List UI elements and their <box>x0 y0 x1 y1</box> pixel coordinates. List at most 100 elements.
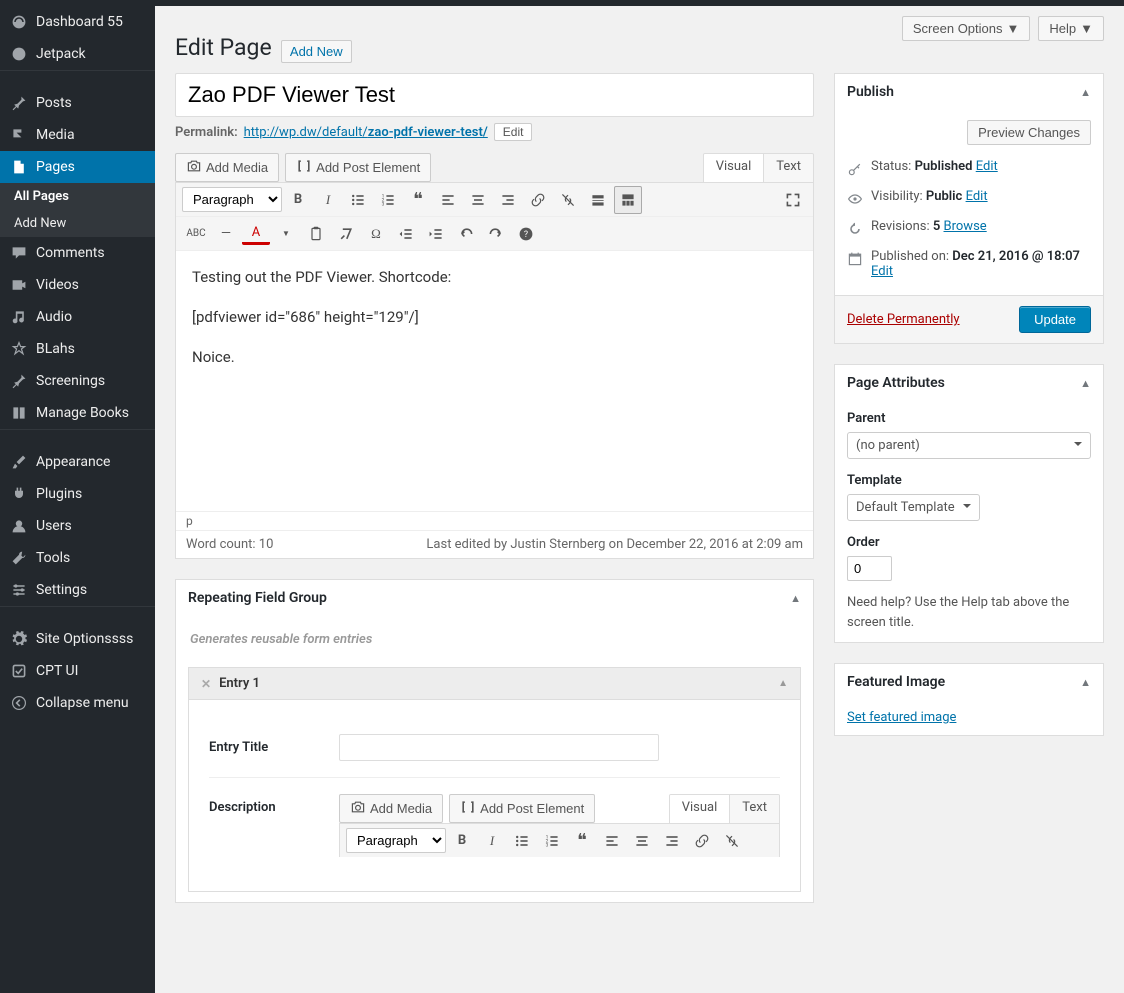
sidebar-item-comments[interactable]: Comments <box>0 237 155 269</box>
strikethrough-button[interactable]: ABC <box>182 220 210 248</box>
parent-select[interactable]: (no parent) <box>847 432 1091 459</box>
update-button[interactable]: Update <box>1019 306 1091 333</box>
clear-format-button[interactable] <box>332 220 360 248</box>
postbox-header[interactable]: Featured Image ▲ <box>835 664 1103 700</box>
remove-entry-button[interactable]: ✕ <box>201 677 211 691</box>
bold-button[interactable]: B <box>448 827 476 855</box>
sidebar-item-appearance[interactable]: Appearance <box>0 446 155 478</box>
chevron-down-icon: ▼ <box>1007 21 1020 36</box>
screen-options-button[interactable]: Screen Options ▼ <box>902 16 1030 41</box>
sidebar-item-blahs[interactable]: BLahs <box>0 333 155 365</box>
format-select[interactable]: Paragraph <box>346 828 446 853</box>
italic-button[interactable]: I <box>314 186 342 214</box>
chevron-up-icon[interactable]: ▲ <box>790 592 801 605</box>
permalink-link[interactable]: http://wp.dw/default/zao-pdf-viewer-test… <box>244 125 488 140</box>
color-dropdown-button[interactable]: ▼ <box>272 220 300 248</box>
sidebar-sub-add-new[interactable]: Add New <box>0 210 155 237</box>
delete-permanently-link[interactable]: Delete Permanently <box>847 312 960 327</box>
bold-button[interactable]: B <box>284 186 312 214</box>
help-button[interactable]: Help ▼ <box>1038 16 1104 41</box>
chevron-up-icon[interactable]: ▲ <box>1080 377 1091 390</box>
postbox-header[interactable]: Publish ▲ <box>835 74 1103 110</box>
align-center-button[interactable] <box>464 186 492 214</box>
numbered-list-button[interactable]: 123 <box>374 186 402 214</box>
redo-button[interactable] <box>482 220 510 248</box>
toolbar-toggle-button[interactable] <box>614 186 642 214</box>
browse-revisions-link[interactable]: Browse <box>944 219 987 234</box>
sidebar-item-videos[interactable]: Videos <box>0 269 155 301</box>
add-post-element-button[interactable]: Add Post Element <box>285 153 431 182</box>
sidebar-item-collapse[interactable]: Collapse menu <box>0 687 155 719</box>
paste-text-button[interactable] <box>302 220 330 248</box>
link-button[interactable] <box>688 827 716 855</box>
align-left-button[interactable] <box>434 186 462 214</box>
tab-text[interactable]: Text <box>729 795 779 823</box>
special-char-button[interactable]: Ω <box>362 220 390 248</box>
edit-permalink-button[interactable]: Edit <box>494 123 533 141</box>
post-title-input[interactable] <box>175 73 814 117</box>
chevron-up-icon[interactable]: ▲ <box>778 678 788 689</box>
unlink-button[interactable] <box>718 827 746 855</box>
sidebar-item-tools[interactable]: Tools <box>0 542 155 574</box>
sidebar-item-site-options[interactable]: Site Optionssss <box>0 623 155 655</box>
link-button[interactable] <box>524 186 552 214</box>
text-color-button[interactable]: A <box>242 223 270 245</box>
outdent-button[interactable] <box>392 220 420 248</box>
entry-header[interactable]: ✕ Entry 1 ▲ <box>188 667 801 700</box>
set-featured-image-link[interactable]: Set featured image <box>847 710 956 725</box>
sidebar-item-media[interactable]: Media <box>0 119 155 151</box>
order-input[interactable] <box>847 556 892 581</box>
sidebar-item-screenings[interactable]: Screenings <box>0 365 155 397</box>
blockquote-button[interactable]: ❝ <box>404 186 432 214</box>
align-center-button[interactable] <box>628 827 656 855</box>
tab-visual[interactable]: Visual <box>704 154 764 182</box>
preview-changes-button[interactable]: Preview Changes <box>967 120 1091 145</box>
align-right-button[interactable] <box>494 186 522 214</box>
sidebar-item-label: Collapse menu <box>36 695 129 711</box>
add-new-button[interactable]: Add New <box>281 40 352 63</box>
unlink-button[interactable] <box>554 186 582 214</box>
edit-date-link[interactable]: Edit <box>871 264 893 279</box>
chevron-up-icon[interactable]: ▲ <box>1080 676 1091 689</box>
undo-button[interactable] <box>452 220 480 248</box>
sidebar-item-label: Users <box>36 518 72 534</box>
read-more-button[interactable] <box>584 186 612 214</box>
sidebar-item-plugins[interactable]: Plugins <box>0 478 155 510</box>
bullet-list-button[interactable] <box>508 827 536 855</box>
editor-content[interactable]: Testing out the PDF Viewer. Shortcode: [… <box>176 251 813 511</box>
sidebar-item-manage-books[interactable]: Manage Books <box>0 397 155 429</box>
align-right-button[interactable] <box>658 827 686 855</box>
tab-text[interactable]: Text <box>763 154 813 182</box>
sidebar-sub-all-pages[interactable]: All Pages <box>0 183 155 210</box>
sidebar-item-jetpack[interactable]: Jetpack <box>0 38 155 70</box>
sidebar-item-posts[interactable]: Posts <box>0 87 155 119</box>
format-select[interactable]: Paragraph <box>182 187 282 212</box>
sidebar-item-cpt-ui[interactable]: CPT UI <box>0 655 155 687</box>
align-left-button[interactable] <box>598 827 626 855</box>
tab-visual[interactable]: Visual <box>670 795 730 823</box>
postbox-header[interactable]: Page Attributes ▲ <box>835 365 1103 401</box>
sidebar-item-users[interactable]: Users <box>0 510 155 542</box>
postbox-header[interactable]: Repeating Field Group ▲ <box>176 580 813 616</box>
indent-button[interactable] <box>422 220 450 248</box>
template-select[interactable]: Default Template <box>847 494 980 521</box>
chevron-up-icon[interactable]: ▲ <box>1080 86 1091 99</box>
numbered-list-button[interactable]: 123 <box>538 827 566 855</box>
italic-button[interactable]: I <box>478 827 506 855</box>
edit-visibility-link[interactable]: Edit <box>966 189 988 204</box>
add-media-button[interactable]: Add Media <box>175 153 279 182</box>
select-value: (no parent) <box>856 438 920 453</box>
add-post-element-button[interactable]: Add Post Element <box>449 794 595 823</box>
entry-title-input[interactable] <box>339 734 659 761</box>
add-media-button[interactable]: Add Media <box>339 794 443 823</box>
edit-status-link[interactable]: Edit <box>976 159 998 174</box>
hr-button[interactable]: — <box>212 220 240 248</box>
sidebar-item-settings[interactable]: Settings <box>0 574 155 606</box>
help-icon-button[interactable]: ? <box>512 220 540 248</box>
sidebar-item-audio[interactable]: Audio <box>0 301 155 333</box>
fullscreen-button[interactable] <box>779 186 807 214</box>
sidebar-item-dashboard[interactable]: Dashboard 55 <box>0 6 155 38</box>
blockquote-button[interactable]: ❝ <box>568 827 596 855</box>
bullet-list-button[interactable] <box>344 186 372 214</box>
sidebar-item-pages[interactable]: Pages <box>0 151 155 183</box>
